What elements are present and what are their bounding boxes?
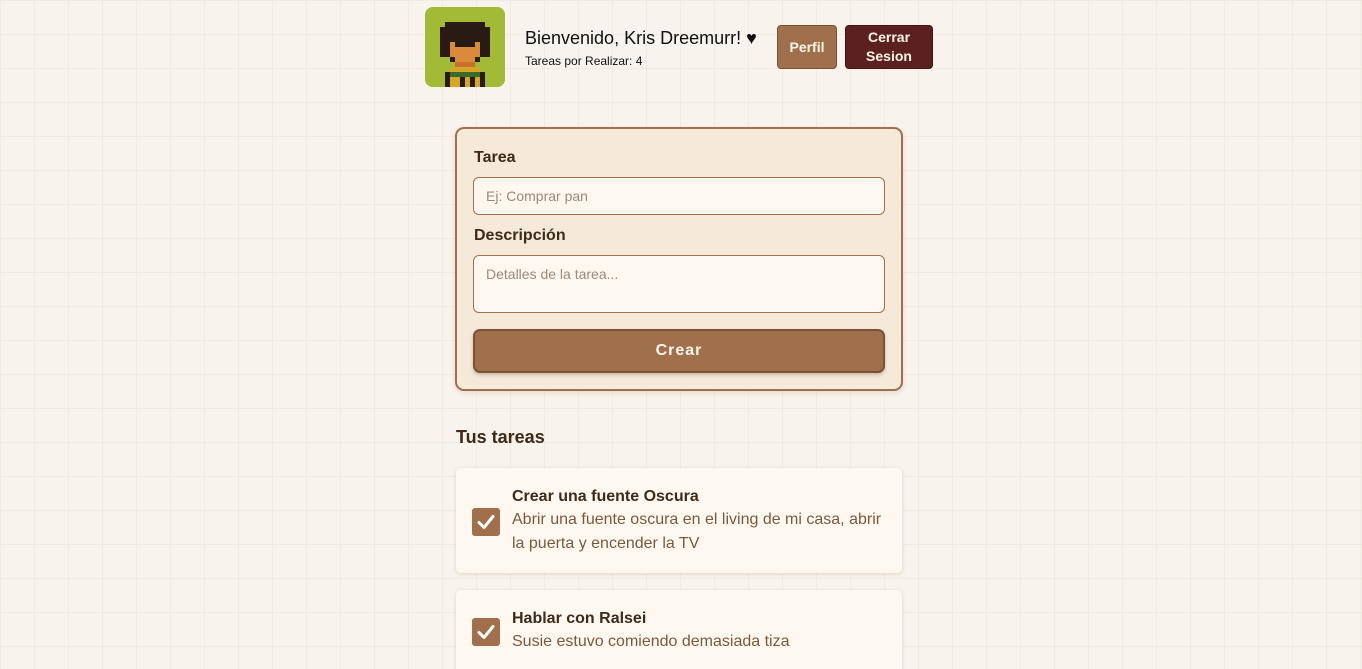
avatar (425, 7, 505, 87)
tasks-heading: Tus tareas (456, 427, 545, 447)
task-description-input[interactable] (473, 255, 885, 313)
logout-label-line2: Sesion (866, 48, 912, 64)
task-checkbox[interactable] (472, 618, 500, 646)
task-title-input[interactable] (473, 177, 885, 215)
create-task-button[interactable]: Crear (473, 329, 885, 373)
pending-tasks-count: Tareas por Realizar: 4 (525, 54, 643, 68)
task-item: Crear una fuente Oscura Abrir una fuente… (456, 468, 902, 573)
task-title-label: Tarea (474, 149, 516, 166)
task-item: Hablar con Ralsei Susie estuvo comiendo … (456, 590, 902, 669)
checkmark-icon (477, 515, 495, 529)
task-description-label: Descripción (474, 227, 566, 244)
welcome-message: Bienvenido, Kris Dreemurr! ♥ (525, 28, 757, 48)
task-checkbox[interactable] (472, 508, 500, 536)
task-title: Crear una fuente Oscura (512, 488, 699, 505)
task-title: Hablar con Ralsei (512, 610, 647, 627)
kris-pixel-avatar-icon (425, 7, 505, 87)
header: Bienvenido, Kris Dreemurr! ♥ Tareas por … (425, 7, 935, 87)
task-description: Susie estuvo comiendo demasiada tiza (512, 633, 790, 650)
create-task-form: Tarea Descripción Crear (455, 127, 903, 391)
task-description: Abrir una fuente oscura en el living de … (512, 511, 882, 552)
profile-button[interactable]: Perfil (777, 25, 837, 69)
checkmark-icon (477, 625, 495, 639)
logout-label-line1: Cerrar (867, 29, 911, 45)
logout-button[interactable]: Cerrar Sesion (845, 25, 933, 69)
